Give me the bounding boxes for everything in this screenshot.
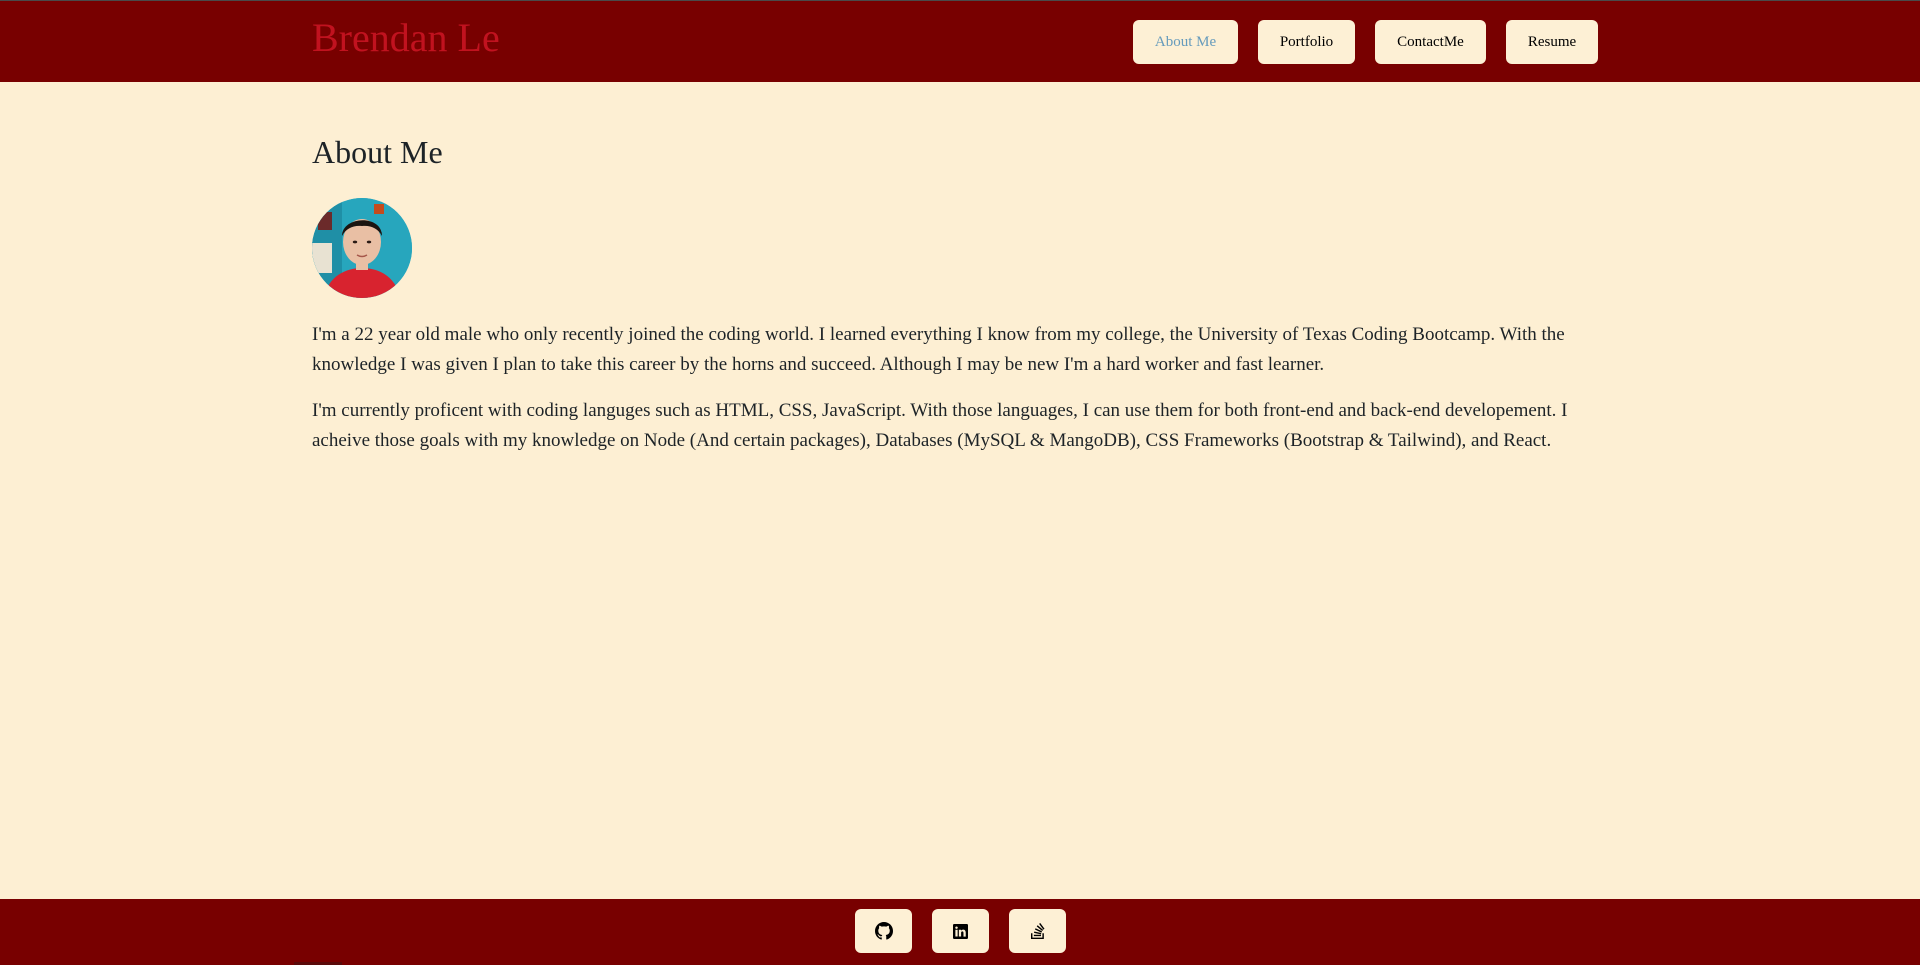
- nav-about-me-button[interactable]: About Me: [1133, 20, 1238, 64]
- stack-overflow-link-button[interactable]: [1009, 909, 1066, 953]
- footer: [0, 899, 1920, 965]
- profile-photo-icon: [312, 198, 412, 298]
- github-icon: [874, 922, 893, 940]
- main-nav: About Me Portfolio ContactMe Resume: [1133, 20, 1598, 64]
- linkedin-icon: [953, 923, 968, 939]
- about-me-section: About Me I'm a 22 year old male who only…: [312, 82, 1604, 456]
- brand-name-link[interactable]: Brendan Le: [312, 14, 500, 62]
- bio-paragraph-1: I'm a 22 year old male who only recently…: [312, 324, 1565, 375]
- page-title: About Me: [312, 134, 443, 170]
- nav-resume-button[interactable]: Resume: [1506, 20, 1598, 64]
- bio-paragraph-2: I'm currently proficent with coding lang…: [312, 400, 1568, 451]
- github-link-button[interactable]: [855, 909, 912, 953]
- avatar: [312, 198, 412, 298]
- social-links: [855, 909, 1066, 953]
- nav-portfolio-button[interactable]: Portfolio: [1258, 20, 1355, 64]
- page: Brendan Le About Me Portfolio ContactMe …: [0, 0, 1920, 965]
- nav-contact-me-button[interactable]: ContactMe: [1375, 20, 1486, 64]
- stack-overflow-icon: [1030, 923, 1045, 939]
- linkedin-link-button[interactable]: [932, 909, 989, 953]
- top-navbar: Brendan Le About Me Portfolio ContactMe …: [0, 0, 1920, 82]
